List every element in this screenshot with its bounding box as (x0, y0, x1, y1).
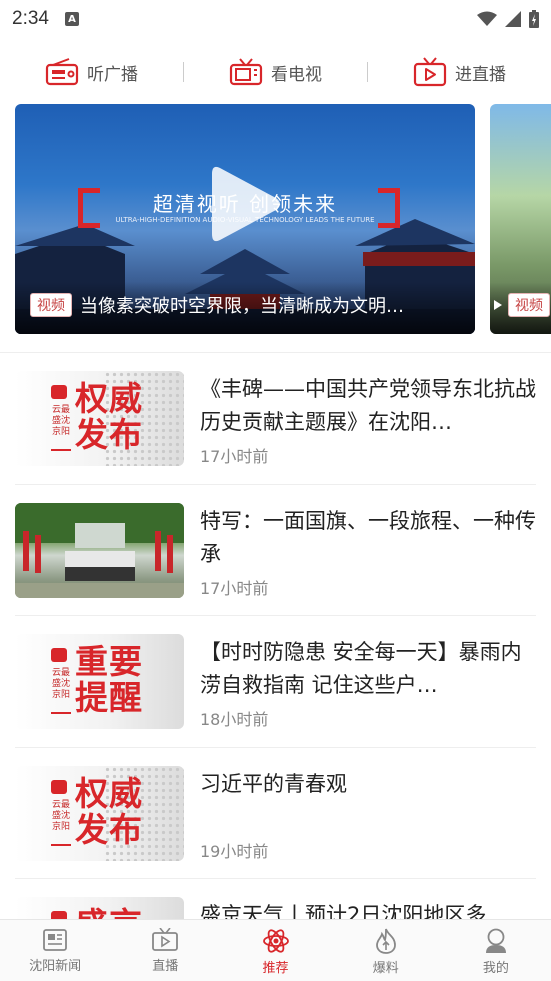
brand-logo-icon (51, 779, 67, 794)
flame-icon (375, 928, 396, 954)
news-title: 【时时防隐患 安全每一天】暴雨内涝自救指南 记住这些户… (200, 640, 522, 697)
news-time: 19小时前 (200, 841, 269, 861)
news-item[interactable]: 云最盛沈京阳 重要提醒 【时时防隐患 安全每一天】暴雨内涝自救指南 记住这些户…… (15, 616, 536, 748)
quick-links-bar: 听广播 看电视 进直播 (0, 50, 551, 94)
quick-link-live[interactable]: 进直播 (368, 57, 551, 87)
thumb-headline: 权威发布 (75, 773, 143, 849)
nav-label-news: 沈阳新闻 (29, 959, 82, 974)
news-thumbnail: 云最盛沈京阳 重要提醒 (15, 634, 184, 729)
nav-item-recommend[interactable]: 推荐 (220, 920, 330, 981)
slide-title: 当像素突破时空界限，当清晰成为文明… (80, 296, 404, 317)
quick-link-live-label: 进直播 (455, 64, 506, 85)
status-indicators (477, 10, 539, 28)
brand-logo-icon (51, 385, 67, 399)
quick-link-radio-label: 听广播 (87, 64, 138, 85)
quick-link-tv-label: 看电视 (271, 64, 322, 85)
thumb-vertical-text: 云最盛沈京阳 (51, 405, 70, 437)
play-icon[interactable] (212, 164, 282, 244)
news-item[interactable]: 云最盛沈京阳 权威发布 《丰碑——中国共产党领导东北抗战历史贡献主题展》在沈阳…… (15, 353, 536, 485)
slide-caption: 视频 当像素突破时空界限，当清晰成为文明… (15, 282, 475, 334)
news-time: 18小时前 (200, 710, 269, 729)
news-thumbnail (15, 502, 184, 598)
tv-play-icon (152, 928, 179, 951)
nav-label-recommend: 推荐 (262, 961, 289, 976)
news-title: 习近平的青春观 (200, 771, 347, 796)
quick-link-radio[interactable]: 听广播 (0, 58, 183, 86)
newspaper-icon (43, 929, 67, 951)
nav-item-live[interactable]: 直播 (110, 920, 220, 981)
thumb-headline: 重要提醒 (75, 642, 143, 717)
play-small-icon (494, 300, 502, 310)
notification-icon: A (64, 12, 79, 26)
thumb-accent-line (51, 843, 71, 846)
brand-logo-icon (51, 648, 67, 662)
nav-item-mine[interactable]: 我的 (441, 920, 551, 981)
nav-label-tips: 爆料 (372, 961, 399, 976)
thumb-accent-line (51, 449, 71, 451)
news-item[interactable]: 特写：一面国旗、一段旅程、一种传承 17小时前 (15, 485, 536, 616)
slide-caption: 视频 (490, 282, 551, 334)
news-thumbnail: 云最盛沈京阳 权威发布 (15, 765, 184, 861)
flag-walk-photo (15, 502, 184, 598)
radio-icon (45, 58, 79, 86)
video-carousel[interactable]: 超清视听 创领未来 ULTRA-HIGH-DEFINITION AUDIO-VI… (15, 104, 551, 334)
thumb-vertical-text: 云最盛沈京阳 (51, 799, 70, 832)
live-play-icon (413, 57, 447, 87)
video-tag: 视频 (508, 293, 550, 317)
carousel-slide-main[interactable]: 超清视听 创领未来 ULTRA-HIGH-DEFINITION AUDIO-VI… (15, 104, 475, 334)
status-bar: 2:34 A (0, 0, 551, 38)
news-list: 云最盛沈京阳 权威发布 《丰碑——中国共产党领导东北抗战历史贡献主题展》在沈阳…… (0, 353, 551, 981)
nav-item-tips[interactable]: 爆料 (331, 920, 441, 981)
nav-label-mine: 我的 (482, 961, 509, 976)
nav-label-live: 直播 (152, 959, 179, 974)
thumb-headline: 权威发布 (75, 379, 143, 454)
news-thumbnail: 云最盛沈京阳 权威发布 (15, 371, 184, 466)
bottom-nav: 沈阳新闻 直播 推荐 爆料 我的 (0, 919, 551, 981)
recommend-atom-icon (262, 929, 289, 953)
news-time: 17小时前 (200, 447, 269, 466)
battery-icon (529, 10, 539, 28)
nav-item-news[interactable]: 沈阳新闻 (0, 920, 110, 981)
tv-icon (229, 58, 263, 86)
user-icon (485, 928, 506, 953)
status-time: 2:34 (12, 8, 49, 29)
quick-link-tv[interactable]: 看电视 (184, 58, 367, 86)
wifi-icon (477, 11, 497, 26)
news-time: 17小时前 (200, 578, 269, 598)
carousel-slide-next[interactable]: 视频 (490, 104, 551, 334)
thumb-vertical-text: 云最盛沈京阳 (51, 668, 70, 700)
thumb-accent-line (51, 712, 71, 714)
video-tag: 视频 (30, 293, 72, 317)
news-item[interactable]: 云最盛沈京阳 权威发布 习近平的青春观 19小时前 (15, 748, 536, 879)
news-title: 《丰碑——中国共产党领导东北抗战历史贡献主题展》在沈阳… (200, 377, 536, 434)
news-title: 特写：一面国旗、一段旅程、一种传承 (200, 508, 536, 566)
signal-icon (505, 11, 521, 27)
